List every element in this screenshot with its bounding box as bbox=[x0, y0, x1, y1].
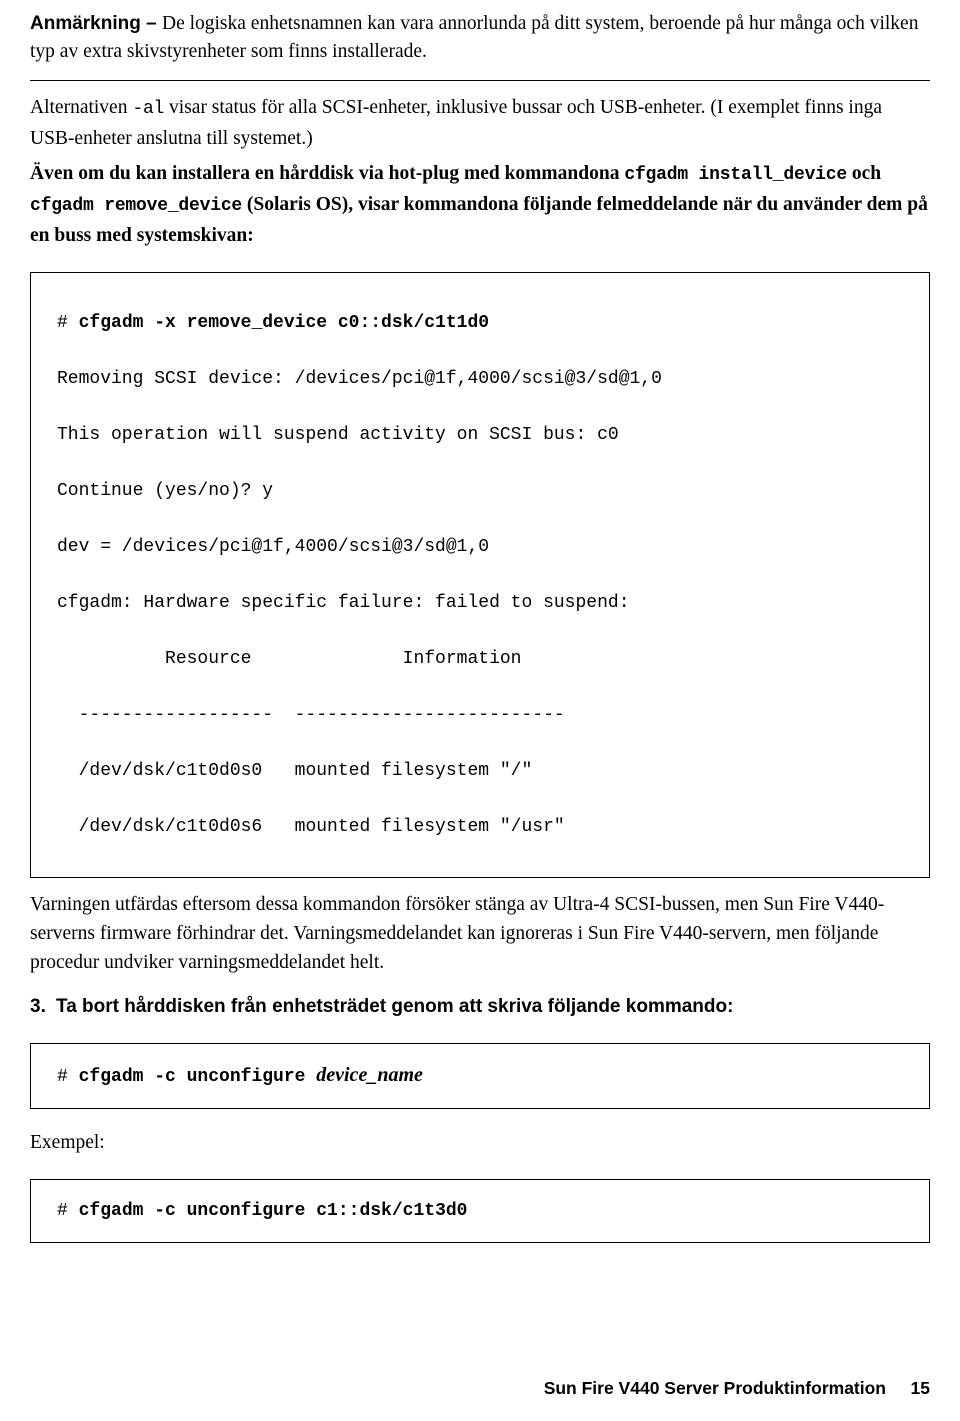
code-command-line: # cfgadm -c unconfigure c1::dsk/c1t3d0 bbox=[57, 1196, 903, 1226]
code-command: cfgadm -c unconfigure bbox=[78, 1067, 317, 1087]
code-prompt: # bbox=[57, 1201, 79, 1221]
code-argument-placeholder: device_name bbox=[316, 1064, 423, 1086]
aven-mono-install-device: cfgadm install_device bbox=[624, 165, 847, 185]
code-command: cfgadm -x remove_device c0::dsk/c1t1d0 bbox=[78, 313, 490, 333]
alternativen-part1: Alternativen bbox=[30, 97, 133, 118]
code-output-line: Continue (yes/no)? y bbox=[57, 481, 274, 501]
code-prompt: # bbox=[57, 313, 79, 333]
code-prompt: # bbox=[57, 1067, 79, 1087]
exempel-label: Exempel: bbox=[30, 1132, 105, 1153]
code-output-line: /dev/dsk/c1t0d0s0 mounted filesystem "/" bbox=[57, 761, 533, 781]
note-lead: Anmärkning – bbox=[30, 13, 162, 34]
paragraph-aven: Även om du kan installera en hårddisk vi… bbox=[0, 153, 960, 250]
code-output-line: Resource Information bbox=[57, 649, 522, 669]
code-output-line: ------------------ ---------------------… bbox=[57, 705, 565, 725]
code-block-cfgadm-unconfigure-example: # cfgadm -c unconfigure c1::dsk/c1t3d0 bbox=[30, 1179, 930, 1243]
code-output-line: /dev/dsk/c1t0d0s6 mounted filesystem "/u… bbox=[57, 817, 565, 837]
step-3: 3. Ta bort hårddisken från enhetsträdet … bbox=[0, 977, 960, 1021]
paragraph-varning: Varningen utfärdas eftersom dessa komman… bbox=[30, 894, 885, 973]
footer-page-number: 15 bbox=[910, 1378, 930, 1398]
step-number: 3. bbox=[30, 996, 46, 1017]
code-command: cfgadm -c unconfigure c1::dsk/c1t3d0 bbox=[78, 1201, 468, 1221]
aven-part1: Även om du kan installera en hårddisk vi… bbox=[30, 163, 625, 184]
aven-part2: och bbox=[846, 163, 882, 184]
code-output-line: cfgadm: Hardware specific failure: faile… bbox=[57, 593, 630, 613]
document-page: Anmärkning – De logiska enhetsnamnen kan… bbox=[0, 0, 960, 1421]
paragraph-alternativen: Alternativen -al visar status för alla S… bbox=[0, 81, 960, 153]
note-text: De logiska enhetsnamnen kan vara annorlu… bbox=[30, 13, 919, 62]
code-command-line: # cfgadm -c unconfigure device_name bbox=[57, 1060, 903, 1092]
code-block-cfgadm-remove-device: # cfgadm -x remove_device c0::dsk/c1t1d0… bbox=[30, 272, 930, 878]
code-block-cfgadm-unconfigure-template: # cfgadm -c unconfigure device_name bbox=[30, 1043, 930, 1109]
aven-mono-remove-device: cfgadm remove_device bbox=[30, 196, 243, 216]
footer-document-title: Sun Fire V440 Server Produktinformation bbox=[543, 1378, 886, 1398]
code-output-line: dev = /devices/pci@1f,4000/scsi@3/sd@1,0 bbox=[57, 537, 490, 557]
alternativen-mono-al: -al bbox=[132, 99, 165, 119]
page-footer: Sun Fire V440 Server Produktinformation … bbox=[0, 1378, 960, 1399]
code-output-line: Removing SCSI device: /devices/pci@1f,40… bbox=[57, 369, 662, 389]
step-text: Ta bort hårddisken från enhetsträdet gen… bbox=[56, 996, 734, 1017]
code-command-line: # cfgadm -x remove_device c0::dsk/c1t1d0 bbox=[57, 295, 903, 351]
note-block: Anmärkning – De logiska enhetsnamnen kan… bbox=[0, 0, 960, 66]
code-output-line: This operation will suspend activity on … bbox=[57, 425, 619, 445]
